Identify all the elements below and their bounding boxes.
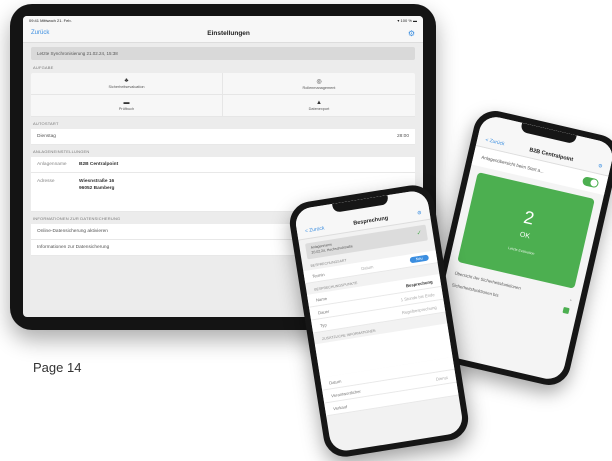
phone-middle-device: < Zurück Besprechung ⚙ Anlagenname 20.02… bbox=[286, 182, 472, 460]
system-address-value: Wiesnstraße 16 96052 Bamberg bbox=[79, 179, 409, 192]
system-address-label: Adresse bbox=[37, 179, 55, 184]
target-icon: ◎ bbox=[316, 78, 322, 85]
section-header-system: ANLAGENEINSTELLUNGEN bbox=[33, 149, 90, 154]
lock-icon: ▲ bbox=[316, 100, 322, 106]
task-label: Rollenmanagement bbox=[302, 85, 336, 90]
gear-icon[interactable]: ⚙ bbox=[597, 163, 603, 170]
status-time: 09:41 Mittwoch 21. Feb. bbox=[29, 17, 72, 23]
task-datenexport[interactable]: ▲ Datenexport bbox=[223, 95, 415, 117]
phone-middle-screen: < Zurück Besprechung ⚙ Anlagenname 20.02… bbox=[293, 189, 465, 453]
row-label: Verkauf bbox=[332, 403, 348, 411]
row-label: Datum bbox=[328, 378, 342, 386]
task-pruefbuch[interactable]: ▬ Prüfbuch bbox=[31, 95, 223, 117]
task-label: Prüfbuch bbox=[118, 107, 135, 111]
checkmark-icon: ✓ bbox=[416, 229, 423, 237]
chevron-right-icon: › bbox=[569, 297, 573, 303]
new-button[interactable]: Neu bbox=[409, 254, 430, 264]
row-label: Verantwortlicher bbox=[330, 388, 362, 398]
startup-overview-toggle[interactable] bbox=[581, 176, 600, 189]
section-header-autostart: AUTOSTART bbox=[33, 121, 59, 126]
status-bar: 09:41 Mittwoch 21. Feb. ▾ 100 % ▬ bbox=[23, 16, 423, 24]
autostart-day: Dienstag bbox=[37, 134, 56, 139]
task-sicherheitsevaluation[interactable]: ♣ Sicherheitsevaluation bbox=[31, 73, 223, 95]
row-value: Besprechung bbox=[405, 278, 433, 288]
tasks-grid: ♣ Sicherheitsevaluation ◎ Rollenmanageme… bbox=[31, 73, 415, 117]
address-line-1: Wiesnstraße 16 bbox=[79, 179, 115, 184]
system-name-row[interactable]: Anlagenname B2B Centralpoint bbox=[31, 157, 415, 173]
row-value: Dienst bbox=[435, 374, 448, 382]
status-subtext: Letzte Evaluation bbox=[507, 245, 535, 256]
back-button[interactable]: Zurück bbox=[31, 30, 49, 36]
page-title: Einstellungen bbox=[207, 29, 250, 37]
row-label: Typ bbox=[319, 321, 328, 328]
gear-icon[interactable]: ⚙ bbox=[417, 210, 422, 217]
row-label: Dauer bbox=[317, 308, 330, 315]
row-value: Regelbesprechung bbox=[401, 304, 437, 315]
status-count: 2 bbox=[521, 206, 537, 229]
info-row-label: Informationen zur Datensicherung bbox=[37, 245, 110, 250]
club-icon: ♣ bbox=[124, 78, 129, 84]
page-title: Besprechung bbox=[352, 215, 389, 227]
system-name-value: B2B Centralpoint bbox=[79, 162, 119, 167]
back-button[interactable]: < Zurück bbox=[305, 225, 325, 234]
back-button[interactable]: < Zurück bbox=[485, 137, 505, 147]
meeting-info-text: Anlagenname 20.02.24, Hochschulstraße bbox=[310, 239, 353, 255]
row-label: Termin bbox=[311, 271, 325, 279]
page-number-label: Page 14 bbox=[33, 360, 82, 375]
book-icon: ▬ bbox=[123, 100, 130, 106]
row-value: 1 Stunde bis Ende bbox=[400, 291, 435, 302]
checkbox-icon[interactable] bbox=[562, 306, 570, 315]
sync-info-box: Letzte Synchronisierung 21.02.24, 15:38 bbox=[31, 47, 415, 60]
info-row-label: Online-Datensicherung aktivieren bbox=[37, 229, 108, 234]
status-text: OK bbox=[519, 231, 531, 241]
system-name-label: Anlagenname bbox=[37, 162, 67, 167]
address-line-2: 96052 Bamberg bbox=[79, 185, 115, 191]
gear-icon[interactable]: ⚙ bbox=[408, 29, 415, 38]
autostart-row[interactable]: Dienstag 28:00 bbox=[31, 129, 415, 145]
row-value: Datum bbox=[360, 263, 374, 271]
row-label: Name bbox=[315, 295, 328, 303]
section-header-tasks: AUFGABE bbox=[33, 65, 54, 70]
status-indicators: ▾ 100 % ▬ bbox=[397, 17, 417, 23]
status-card[interactable]: 2 OK Letzte Evaluation bbox=[457, 172, 595, 289]
navigation-bar: Zurück Einstellungen ⚙ bbox=[23, 24, 423, 43]
task-rollenmanagement[interactable]: ◎ Rollenmanagement bbox=[223, 73, 415, 95]
task-label: Sicherheitsevaluation bbox=[108, 85, 145, 89]
autostart-time: 28:00 bbox=[396, 134, 409, 139]
task-label: Datenexport bbox=[308, 107, 330, 111]
